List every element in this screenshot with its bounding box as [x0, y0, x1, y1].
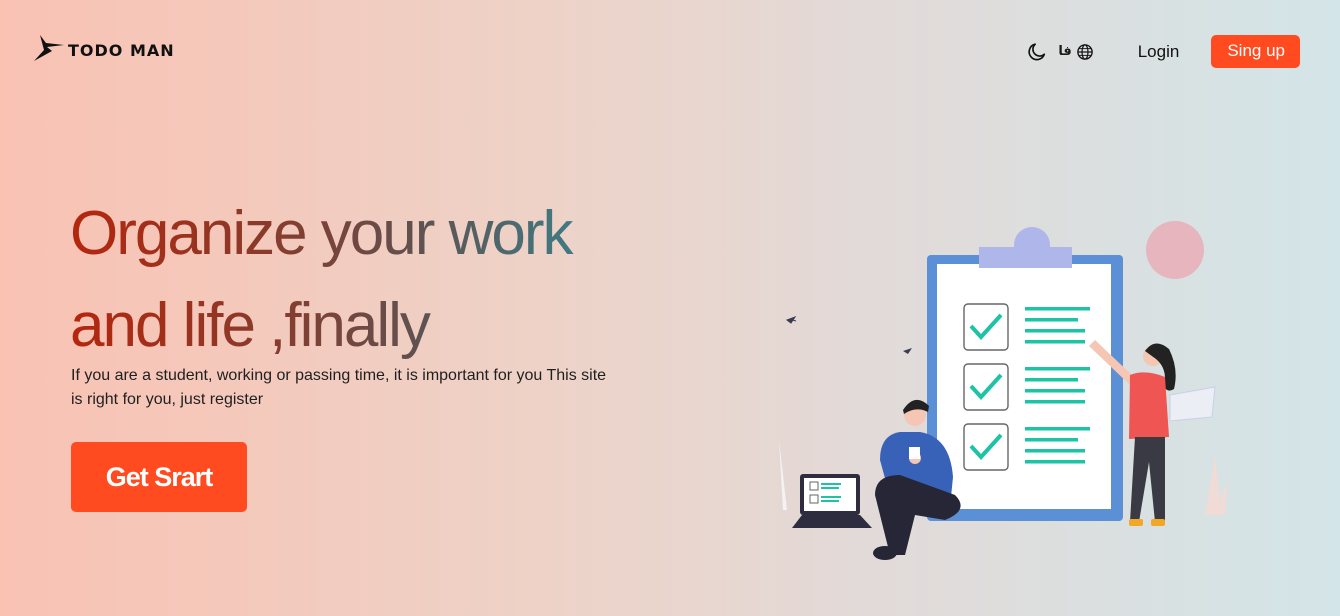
header-tools: فا Login Sing up: [1026, 35, 1300, 68]
globe-icon: [1076, 43, 1093, 60]
site-header: TODO MAN فا Login Sing up: [0, 0, 1340, 100]
theme-toggle-button[interactable]: [1026, 41, 1058, 63]
signup-button[interactable]: Sing up: [1211, 35, 1300, 68]
laptop: [792, 474, 872, 528]
hero-title: Organize your work and life ,finally: [70, 188, 710, 372]
clipboard-paper: [937, 264, 1111, 509]
bird-icon: [785, 315, 797, 324]
bird-icon: [903, 348, 912, 354]
clipboard-clip: [979, 247, 1072, 268]
moon-icon: [1028, 42, 1046, 60]
language-label: فا: [1058, 44, 1072, 59]
decor-circle: [1146, 221, 1204, 279]
language-switch-button[interactable]: فا: [1058, 43, 1137, 61]
todo-illustration: [779, 221, 1228, 560]
logo-text: TODO MAN: [68, 40, 175, 60]
hero-subtitle: If you are a student, working or passing…: [71, 367, 607, 408]
hero-title-line-2: and life ,finally: [70, 291, 429, 360]
plant: [1205, 455, 1228, 515]
get-started-button[interactable]: Get Srart: [71, 442, 247, 512]
bolt-logo-icon: [34, 35, 64, 61]
hero-title-line-1: Organize your work: [70, 199, 572, 268]
logo[interactable]: TODO MAN: [32, 33, 175, 67]
plant: [779, 440, 787, 510]
login-link[interactable]: Login: [1138, 42, 1180, 62]
